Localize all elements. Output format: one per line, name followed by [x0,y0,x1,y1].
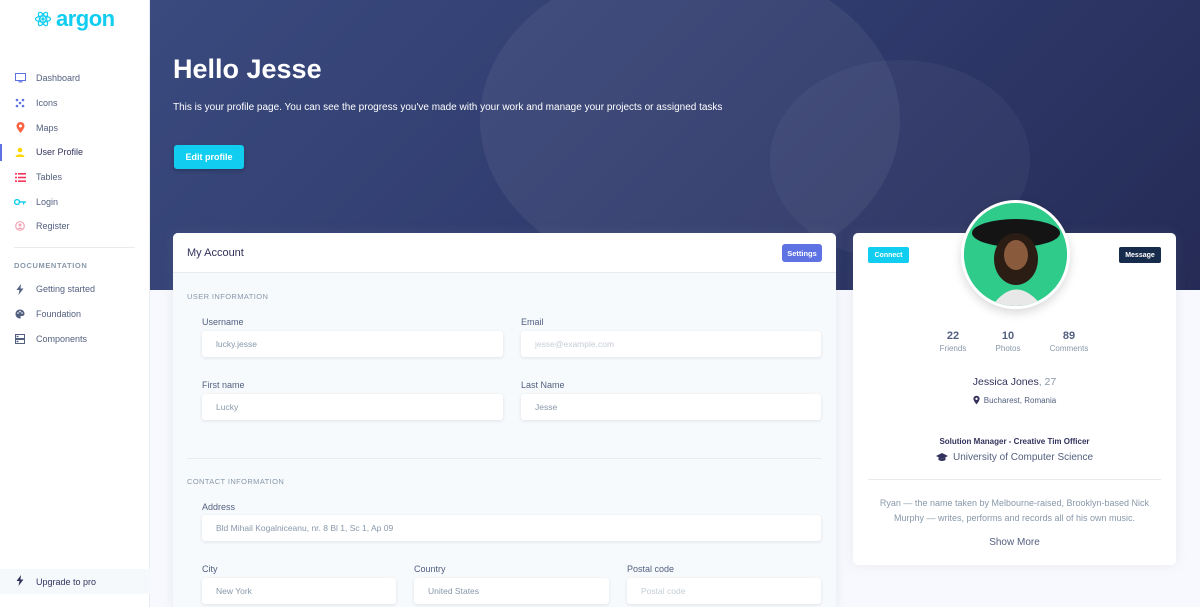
stat-comments: 89 Comments [1039,330,1099,353]
username-input[interactable]: lucky.jesse [202,331,503,357]
pin-icon [14,122,26,134]
sidebar-item-icons[interactable]: Icons [0,91,150,116]
planet-icon [14,97,26,109]
location-pin-icon [973,395,980,405]
documentation-nav: Getting started Foundation Components [0,277,150,351]
sidebar-item-label: Components [36,333,88,344]
sidebar-item-register[interactable]: Register [0,214,150,239]
upgrade-label: Upgrade to pro [36,576,97,587]
profile-bio: Ryan — the name taken by Melbourne-raise… [879,498,1150,523]
sidebar-item-user-profile[interactable]: User Profile [0,140,150,165]
email-label: Email [521,317,544,327]
stat-value: 89 [1062,330,1076,342]
components-icon [14,333,26,345]
edit-profile-button[interactable]: Edit profile [174,145,244,169]
brand-name: argon [56,6,115,31]
stat-friends: 22 Friends [923,330,983,353]
sidebar-item-label: Maps [36,122,59,133]
sidebar-item-dashboard[interactable]: Dashboard [0,66,150,91]
sidebar-item-label: Getting started [36,284,96,295]
sidebar-item-getting-started[interactable]: Getting started [0,277,150,302]
message-button[interactable]: Message [1119,247,1161,263]
card-title: My Account [187,247,244,259]
profile-location: Bucharest, Romania [853,395,1176,405]
stat-value: 10 [1001,330,1015,342]
username-label: Username [202,317,244,327]
atom-icon [34,11,52,27]
location-text: Bucharest, Romania [983,395,1057,405]
sidebar-item-label: Login [36,196,59,207]
page-title: Hello Jesse [173,54,322,84]
last-name-input[interactable]: Jesse [521,394,821,420]
postal-code-input[interactable]: Postal code [627,578,821,604]
address-input[interactable]: Bld Mihail Kogalniceanu, nr. 8 Bl 1, Sc … [202,515,821,541]
lightning-icon [16,574,24,589]
sidebar-divider [14,247,135,248]
profile-name-text: Jessica Jones [972,376,1039,388]
section-divider [187,458,822,459]
profile-divider [868,479,1161,480]
user-icon [14,146,26,158]
profile-job-title: Solution Manager - Creative Tim Officer [939,437,1090,446]
brand-logo[interactable]: argon [34,6,115,32]
sidebar-item-label: Tables [36,172,63,183]
profile-education: University of Computer Science [853,452,1176,463]
circle-user-icon [14,220,26,232]
lightning-icon [14,283,26,295]
profile-avatar[interactable] [961,200,1070,309]
postal-code-label: Postal code [627,564,675,574]
profile-age: , 27 [1038,376,1057,388]
monitor-icon [14,72,26,84]
settings-button[interactable]: Settings [782,244,822,262]
sidebar-item-maps[interactable]: Maps [0,115,150,140]
sidebar-item-label: Register [36,221,70,232]
sidebar-item-label: Icons [36,98,58,109]
contact-information-heading: CONTACT INFORMATION [187,477,285,486]
stat-value: 22 [946,330,960,342]
upgrade-to-pro-link[interactable]: Upgrade to pro [0,569,150,594]
card-header: My Account Settings [173,233,836,273]
stat-photos: 10 Photos [978,330,1038,353]
city-label: City [202,564,218,574]
stat-label: Friends [939,344,967,353]
connect-button[interactable]: Connect [868,247,909,263]
profile-name: Jessica Jones, 27 [853,376,1176,388]
sidebar-item-tables[interactable]: Tables [0,165,150,190]
first-name-label: First name [202,380,245,390]
page-intro: This is your profile page. You can see t… [173,102,723,113]
key-icon [14,196,26,208]
sidebar-item-label: Foundation [36,309,82,320]
profile-photo [964,203,1067,306]
documentation-heading: DOCUMENTATION [14,261,88,270]
last-name-label: Last Name [521,380,565,390]
stat-label: Comments [1049,344,1089,353]
sidebar-item-foundation[interactable]: Foundation [0,302,150,327]
list-icon [14,171,26,183]
city-input[interactable]: New York [202,578,396,604]
graduation-cap-icon [935,453,948,461]
country-input[interactable]: United States [414,578,609,604]
stat-label: Photos [995,344,1021,353]
sidebar-item-label: User Profile [36,147,84,158]
sidebar-item-login[interactable]: Login [0,189,150,214]
sidebar-nav: Dashboard Icons Maps User Profile Tables [0,66,150,239]
country-label: Country [414,564,446,574]
show-more-link[interactable]: Show More [853,537,1176,548]
education-text: University of Computer Science [952,452,1094,463]
email-input[interactable]: jesse@example.com [521,331,821,357]
my-account-card: My Account Settings USER INFORMATION Use… [173,233,836,607]
first-name-input[interactable]: Lucky [202,394,503,420]
sidebar: argon Dashboard Icons Maps User Profile [0,0,150,607]
sidebar-item-label: Dashboard [36,73,81,84]
palette-icon [14,308,26,320]
user-information-heading: USER INFORMATION [187,292,269,301]
sidebar-item-components[interactable]: Components [0,326,150,351]
address-label: Address [202,502,236,512]
